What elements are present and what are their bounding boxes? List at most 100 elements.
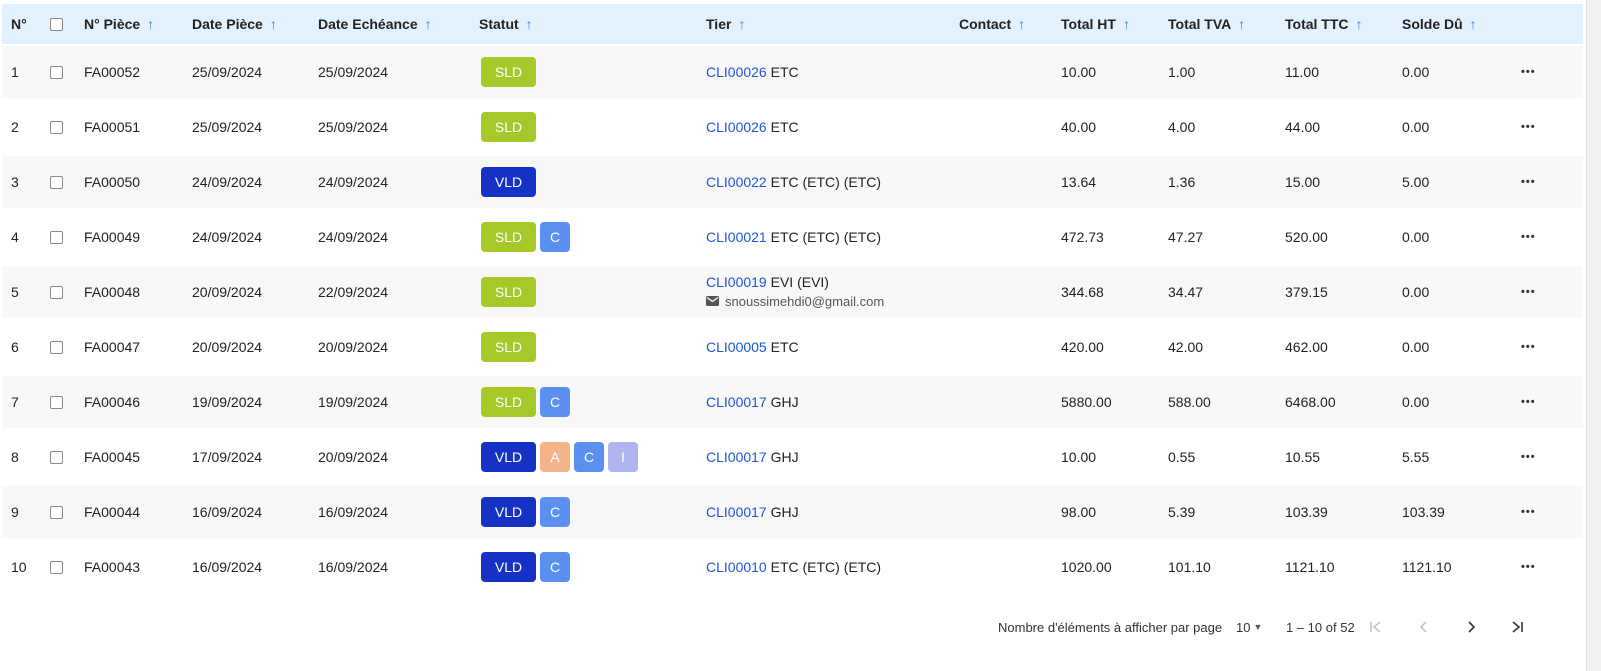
table-row[interactable]: 8 FA00045 17/09/2024 20/09/2024 10.00 0.55 10.… [2,431,1583,483]
previous-page-button[interactable] [1416,612,1432,642]
cell-total-ht: 10.00 [1061,64,1097,80]
page-range: 1 – 10 of 52 [1286,619,1355,635]
select-all-checkbox[interactable] [50,17,63,31]
table-row[interactable]: 6 FA00047 20/09/2024 20/09/2024 420.00 42.00 4… [2,321,1583,373]
last-page-button[interactable] [1509,612,1525,642]
row-actions-button[interactable]: ••• [1521,156,1536,208]
row-actions-button[interactable]: ••• [1521,211,1536,263]
header-date-piece[interactable]: Date Pièce ↑ [192,4,277,44]
first-page-button[interactable] [1368,612,1384,642]
row-checkbox[interactable] [50,120,63,134]
row-checkbox[interactable] [50,340,63,354]
table-row[interactable]: 2 FA00051 25/09/2024 25/09/2024 40.00 4.00 44.… [2,101,1583,153]
cell-statut: SLD [481,46,540,98]
tier-code-link[interactable]: CLI00026 [706,119,767,135]
sort-arrow-up-icon[interactable]: ↑ [738,16,745,32]
status-badge-c[interactable]: C [540,497,570,527]
row-actions-button[interactable]: ••• [1521,101,1536,153]
status-badge-vld[interactable]: VLD [481,552,536,582]
table-row[interactable]: 5 FA00048 20/09/2024 22/09/2024 344.68 34.47 3… [2,266,1583,318]
sort-arrow-up-icon[interactable]: ↑ [1018,16,1025,32]
tier-code-link[interactable]: CLI00019 [706,274,767,290]
table-row[interactable]: 7 FA00046 19/09/2024 19/09/2024 5880.00 588.0… [2,376,1583,428]
table-row[interactable]: 9 FA00044 16/09/2024 16/09/2024 98.00 5.39 103… [2,486,1583,538]
tier-code-link[interactable]: CLI00022 [706,174,767,190]
table-row[interactable]: 4 FA00049 24/09/2024 24/09/2024 472.73 47.27 5… [2,211,1583,263]
header-num[interactable]: N° [11,4,27,44]
status-badge-c[interactable]: C [574,442,604,472]
row-checkbox[interactable] [50,175,63,189]
header-date-echeance[interactable]: Date Echéance ↑ [318,4,432,44]
row-actions-button[interactable]: ••• [1521,266,1536,318]
more-horizontal-icon: ••• [1521,120,1536,133]
header-statut[interactable]: Statut ↑ [479,4,533,44]
tier-code-link[interactable]: CLI00010 [706,559,767,575]
status-badge-sld[interactable]: SLD [481,332,536,362]
table-row[interactable]: 10 FA00043 16/09/2024 16/09/2024 1020.00 101.… [2,541,1583,593]
row-checkbox[interactable] [50,285,63,299]
row-checkbox[interactable] [50,450,63,464]
status-badge-i[interactable]: I [608,442,638,472]
cell-num: 2 [11,119,19,135]
row-actions-button[interactable]: ••• [1521,431,1536,483]
sort-arrow-up-icon[interactable]: ↑ [1238,16,1245,32]
sort-arrow-up-icon[interactable]: ↑ [1123,16,1130,32]
page-size-select[interactable]: 10 ▼ [1236,612,1262,642]
sort-arrow-up-icon[interactable]: ↑ [147,16,154,32]
header-total-ttc[interactable]: Total TTC ↑ [1285,4,1363,44]
status-badge-vld[interactable]: VLD [481,442,536,472]
row-checkbox[interactable] [50,560,63,574]
status-badge-a[interactable]: A [540,442,570,472]
header-tier[interactable]: Tier ↑ [706,4,745,44]
sort-arrow-up-icon[interactable]: ↑ [1356,16,1363,32]
tier-code-link[interactable]: CLI00017 [706,504,767,520]
status-badge-sld[interactable]: SLD [481,387,536,417]
tier-code-link[interactable]: CLI00021 [706,229,767,245]
row-actions-button[interactable]: ••• [1521,46,1536,98]
row-actions-button[interactable]: ••• [1521,541,1536,593]
status-badge-c[interactable]: C [540,552,570,582]
header-contact[interactable]: Contact ↑ [959,4,1025,44]
next-page-button[interactable] [1463,612,1479,642]
header-select-all[interactable] [50,4,63,44]
more-horizontal-icon: ••• [1521,560,1536,573]
sort-arrow-up-icon[interactable]: ↑ [425,16,432,32]
sort-arrow-up-icon[interactable]: ↑ [526,16,533,32]
row-checkbox[interactable] [50,65,63,79]
row-checkbox[interactable] [50,505,63,519]
cell-date-piece: 25/09/2024 [192,64,263,80]
cell-solde: 0.00 [1402,119,1430,135]
status-badge-vld[interactable]: VLD [481,167,536,197]
header-solde[interactable]: Solde Dû ↑ [1402,4,1477,44]
tier-code-link[interactable]: CLI00017 [706,394,767,410]
row-actions-button[interactable]: ••• [1521,376,1536,428]
tier-code-link[interactable]: CLI00017 [706,449,767,465]
chevron-right-icon [1468,621,1476,633]
cell-statut: SLD C [481,211,574,263]
table-row[interactable]: 3 FA00050 24/09/2024 24/09/2024 13.64 1.36 15.… [2,156,1583,208]
cell-total-ht: 13.64 [1061,174,1097,190]
status-badge-c[interactable]: C [540,222,570,252]
status-badge-c[interactable]: C [540,387,570,417]
vertical-scrollbar[interactable] [1586,0,1601,671]
status-badge-sld[interactable]: SLD [481,222,536,252]
sort-arrow-up-icon[interactable]: ↑ [1470,16,1477,32]
tier-code-link[interactable]: CLI00026 [706,64,767,80]
tier-code-link[interactable]: CLI00005 [706,339,767,355]
tier-content: CLI00017 GHJ [706,504,799,520]
header-total-tva[interactable]: Total TVA ↑ [1168,4,1245,44]
status-badge-sld[interactable]: SLD [481,112,536,142]
status-badge-sld[interactable]: SLD [481,57,536,87]
status-badge-vld[interactable]: VLD [481,497,536,527]
row-actions-button[interactable]: ••• [1521,486,1536,538]
sort-arrow-up-icon[interactable]: ↑ [270,16,277,32]
table-row[interactable]: 1 FA00052 25/09/2024 25/09/2024 10.00 1.00 11.… [2,46,1583,98]
status-badge-sld[interactable]: SLD [481,277,536,307]
header-total-ht[interactable]: Total HT ↑ [1061,4,1130,44]
cell-date-piece: 16/09/2024 [192,504,263,520]
header-piece[interactable]: N° Pièce ↑ [84,4,154,44]
row-checkbox[interactable] [50,230,63,244]
row-checkbox[interactable] [50,395,63,409]
row-actions-button[interactable]: ••• [1521,321,1536,373]
cell-select [50,211,63,263]
